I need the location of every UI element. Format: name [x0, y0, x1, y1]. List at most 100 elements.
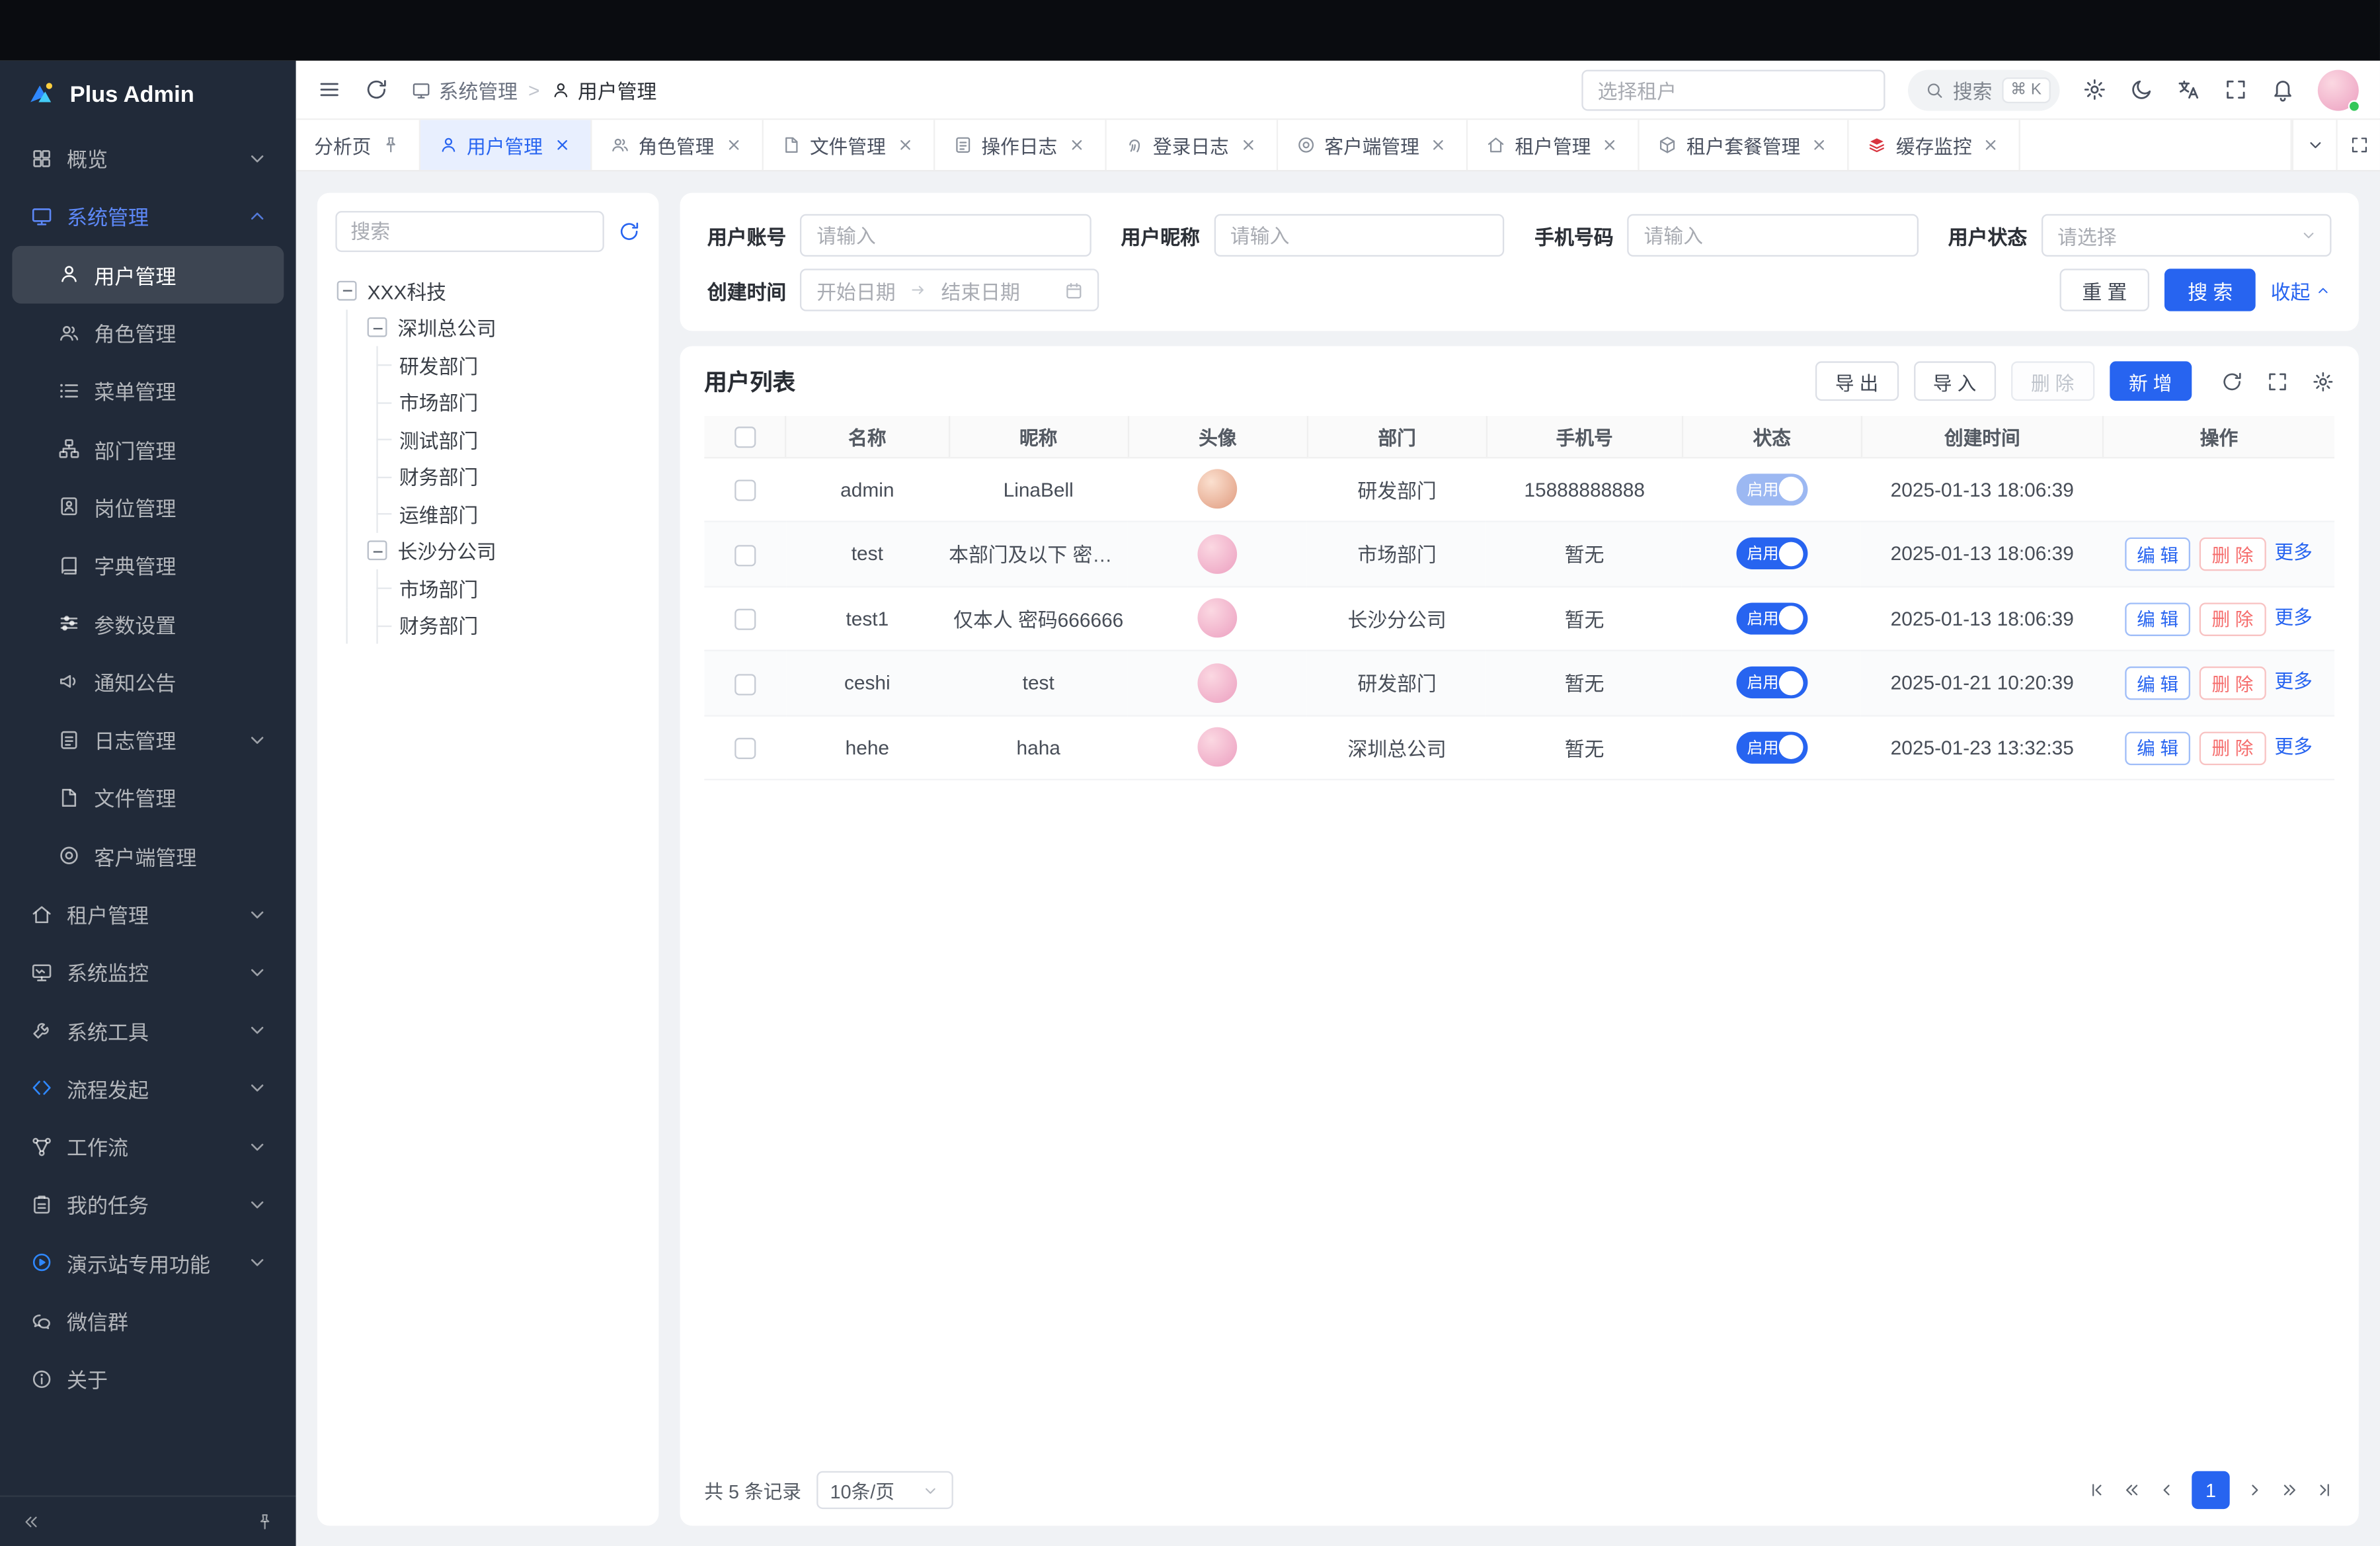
sidebar-item-dict-management[interactable]: 字典管理 — [12, 536, 284, 594]
sidebar-item-tenant-management[interactable]: 租户管理 — [12, 885, 284, 943]
tabs-dropdown-icon[interactable] — [2292, 120, 2336, 170]
tree-node[interactable]: XXX科技 — [335, 272, 640, 309]
status-toggle[interactable]: 启用 — [1736, 667, 1807, 698]
tree-node[interactable]: 测试部门 — [335, 421, 640, 458]
status-toggle[interactable]: 启用 — [1736, 731, 1807, 763]
user-avatar[interactable] — [2318, 69, 2359, 110]
add-button[interactable]: 新 增 — [2109, 361, 2192, 401]
user-account-input[interactable] — [800, 214, 1091, 257]
sidebar-item-about[interactable]: 关于 — [12, 1350, 284, 1408]
breadcrumb-item-system[interactable]: 系统管理 — [411, 75, 518, 104]
sidebar-item-notice[interactable]: 通知公告 — [12, 652, 284, 710]
sidebar-item-file-management[interactable]: 文件管理 — [12, 768, 284, 827]
refresh-page-icon[interactable] — [364, 77, 389, 102]
close-tab-icon[interactable] — [552, 135, 572, 155]
more-button[interactable]: 更多 — [2274, 736, 2312, 757]
tenant-select[interactable]: 选择租户 — [1581, 69, 1884, 110]
edit-button[interactable]: 编 辑 — [2125, 538, 2191, 571]
collapse-filters-link[interactable]: 收起 — [2271, 276, 2332, 305]
tab-login-log[interactable]: 登录日志 — [1106, 120, 1277, 170]
language-icon[interactable] — [2176, 77, 2201, 102]
tree-node[interactable]: 市场部门 — [335, 569, 640, 606]
edit-button[interactable]: 编 辑 — [2125, 667, 2191, 700]
sidebar-item-system-tools[interactable]: 系统工具 — [12, 1001, 284, 1059]
delete-button[interactable]: 删 除 — [2200, 667, 2266, 700]
table-fullscreen-icon[interactable] — [2266, 370, 2289, 392]
date-range-picker[interactable]: 开始日期 结束日期 — [800, 268, 1099, 311]
tab-cache-monitor[interactable]: 缓存监控 — [1849, 120, 2020, 170]
last-page-icon[interactable] — [2315, 1481, 2334, 1500]
tree-refresh-icon[interactable] — [617, 220, 640, 243]
next-pages-icon[interactable] — [2280, 1481, 2299, 1500]
prev-pages-icon[interactable] — [2122, 1481, 2142, 1500]
settings-icon[interactable] — [2082, 77, 2107, 102]
sidebar-item-wechat-group[interactable]: 微信群 — [12, 1292, 284, 1350]
tree-node[interactable]: 深圳总公司 — [335, 309, 640, 346]
user-status-select[interactable]: 请选择 — [2041, 214, 2332, 257]
collapse-node-icon[interactable] — [337, 280, 357, 300]
tab-tenant-package[interactable]: 租户套餐管理 — [1640, 120, 1849, 170]
export-button[interactable]: 导 出 — [1815, 361, 1898, 401]
sidebar-item-menu-management[interactable]: 菜单管理 — [12, 362, 284, 420]
sidebar-item-client-management[interactable]: 客户端管理 — [12, 827, 284, 885]
close-tab-icon[interactable] — [1981, 135, 2001, 155]
prev-page-icon[interactable] — [2157, 1481, 2176, 1500]
search-button[interactable]: 搜 索 — [2165, 268, 2256, 311]
notifications-icon[interactable] — [2271, 77, 2295, 102]
row-checkbox[interactable] — [734, 738, 756, 759]
delete-button[interactable]: 删 除 — [2200, 602, 2266, 635]
sidebar-collapse-icon[interactable] — [21, 1512, 41, 1531]
app-logo[interactable]: Plus Admin — [0, 61, 296, 129]
more-button[interactable]: 更多 — [2274, 672, 2312, 693]
sidebar-pin-icon[interactable] — [255, 1512, 275, 1531]
sidebar-item-my-tasks[interactable]: 我的任务 — [12, 1176, 284, 1234]
tab-operation-log[interactable]: 操作日志 — [934, 120, 1105, 170]
sidebar-item-demo-features[interactable]: 演示站专用功能 — [12, 1234, 284, 1292]
phone-input[interactable] — [1627, 214, 1918, 257]
sidebar-item-param-settings[interactable]: 参数设置 — [12, 594, 284, 653]
user-nickname-input[interactable] — [1214, 214, 1505, 257]
status-toggle[interactable]: 启用 — [1736, 473, 1807, 505]
row-checkbox[interactable] — [734, 609, 756, 630]
page-size-select[interactable]: 10条/页 — [816, 1471, 953, 1509]
collapse-menu-icon[interactable] — [317, 77, 342, 102]
close-tab-icon[interactable] — [895, 135, 915, 155]
global-search[interactable]: 搜索 ⌘ K — [1907, 69, 2060, 110]
sidebar-item-system-management[interactable]: 系统管理 — [12, 187, 284, 245]
more-button[interactable]: 更多 — [2274, 607, 2312, 628]
tree-node[interactable]: 运维部门 — [335, 495, 640, 532]
row-checkbox[interactable] — [734, 673, 756, 694]
tab-file-management[interactable]: 文件管理 — [763, 120, 934, 170]
tab-client-management[interactable]: 客户端管理 — [1277, 120, 1468, 170]
delete-button[interactable]: 删 除 — [2200, 731, 2266, 765]
close-tab-icon[interactable] — [1809, 135, 1829, 155]
tab-role-management[interactable]: 角色管理 — [591, 120, 762, 170]
close-tab-icon[interactable] — [1066, 135, 1086, 155]
select-all-checkbox[interactable] — [734, 426, 755, 447]
delete-selected-button[interactable]: 删 除 — [2011, 361, 2094, 401]
table-refresh-icon[interactable] — [2221, 370, 2243, 392]
collapse-node-icon[interactable] — [368, 317, 387, 337]
current-page[interactable]: 1 — [2192, 1471, 2229, 1509]
tree-node[interactable]: 市场部门 — [335, 384, 640, 421]
content-fullscreen-icon[interactable] — [2336, 120, 2380, 170]
sidebar-item-flow-start[interactable]: 流程发起 — [12, 1059, 284, 1118]
row-checkbox[interactable] — [734, 544, 756, 565]
sidebar-item-workflow[interactable]: 工作流 — [12, 1118, 284, 1176]
sidebar-item-role-management[interactable]: 角色管理 — [12, 304, 284, 362]
sidebar-item-system-monitor[interactable]: 系统监控 — [12, 943, 284, 1001]
delete-button[interactable]: 删 除 — [2200, 538, 2266, 571]
tab-tenant-management[interactable]: 租户管理 — [1468, 120, 1639, 170]
sidebar-item-overview[interactable]: 概览 — [12, 129, 284, 187]
tree-node[interactable]: 研发部门 — [335, 346, 640, 383]
breadcrumb-item-user[interactable]: 用户管理 — [551, 75, 657, 104]
row-checkbox[interactable] — [734, 480, 756, 501]
close-tab-icon[interactable] — [1429, 135, 1448, 155]
tab-user-management[interactable]: 用户管理 — [420, 120, 591, 170]
status-toggle[interactable]: 启用 — [1736, 602, 1807, 634]
edit-button[interactable]: 编 辑 — [2125, 602, 2191, 635]
more-button[interactable]: 更多 — [2274, 543, 2312, 564]
sidebar-item-log-management[interactable]: 日志管理 — [12, 710, 284, 768]
reset-button[interactable]: 重 置 — [2059, 268, 2150, 311]
sidebar-item-post-management[interactable]: 岗位管理 — [12, 478, 284, 536]
